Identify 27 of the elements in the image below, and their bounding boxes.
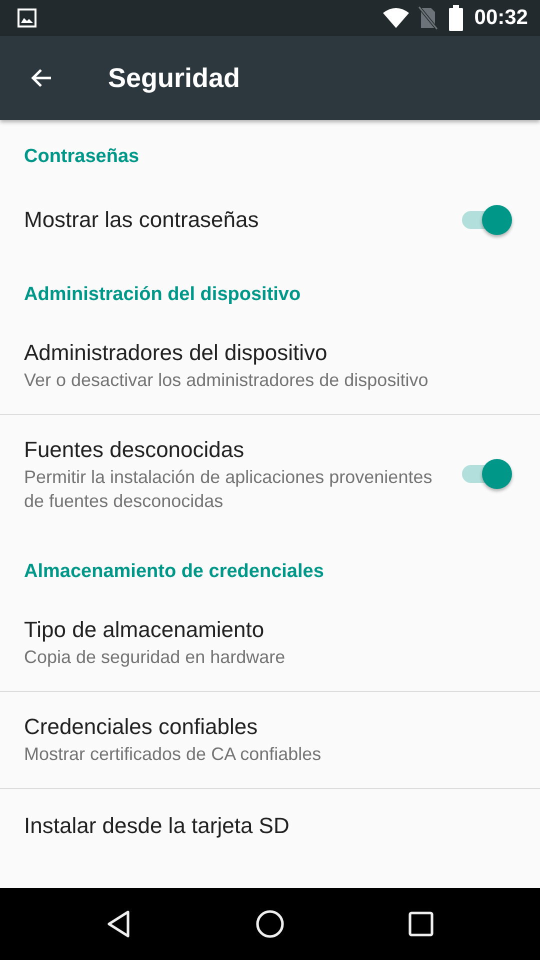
setting-row[interactable]: Administradores del dispositivo Ver o desactivar los administradores de dispositivo [0, 318, 540, 414]
section-header: Contraseñas [23, 145, 140, 169]
setting-title: Tipo de almacenamiento [24, 616, 266, 644]
battery-icon [448, 5, 464, 31]
section-header: Almacenamiento de credenciales [23, 560, 325, 584]
wifi-icon [382, 7, 410, 29]
setting-row[interactable]: Tipo de almacenamiento Copia de seguridad en hardware [0, 595, 540, 691]
picture-notification-icon [17, 8, 37, 28]
setting-title: Credenciales confiables [24, 713, 259, 741]
setting-summary: Copia de seguridad en hardware [24, 646, 286, 669]
setting-row[interactable]: Credenciales confiables Mostrar certificados de CA confiables [0, 692, 540, 788]
clock-time: 00:32 [474, 6, 528, 30]
setting-title: Mostrar las contraseñas [24, 206, 260, 234]
section-header: Administración del dispositivo [23, 283, 302, 307]
setting-switch-row[interactable]: Fuentes desconocidas Permitir la instalación de aplicaciones provenientes de fuentes desconocidas [0, 415, 540, 535]
setting-summary: Ver o desactivar los administradores de dispositivo [24, 369, 430, 392]
setting-switch-row[interactable]: Mostrar las contraseñas [0, 180, 540, 258]
screen-title: Seguridad [108, 62, 240, 94]
setting-title: Fuentes desconocidas [24, 436, 246, 464]
setting-summary: Permitir la instalación de aplicaciones provenientes de fuentes desconocidas [24, 466, 434, 513]
setting-title: Administradores del dispositivo [24, 339, 328, 367]
setting-title: Instalar desde la tarjeta SD [24, 812, 290, 840]
no-sim-icon [418, 6, 438, 30]
home-circle-icon [255, 909, 285, 939]
setting-row[interactable]: Instalar desde la tarjeta SD [0, 789, 540, 861]
setting-summary: Mostrar certificados de CA confiables [24, 743, 322, 766]
recents-square-icon [407, 910, 435, 938]
